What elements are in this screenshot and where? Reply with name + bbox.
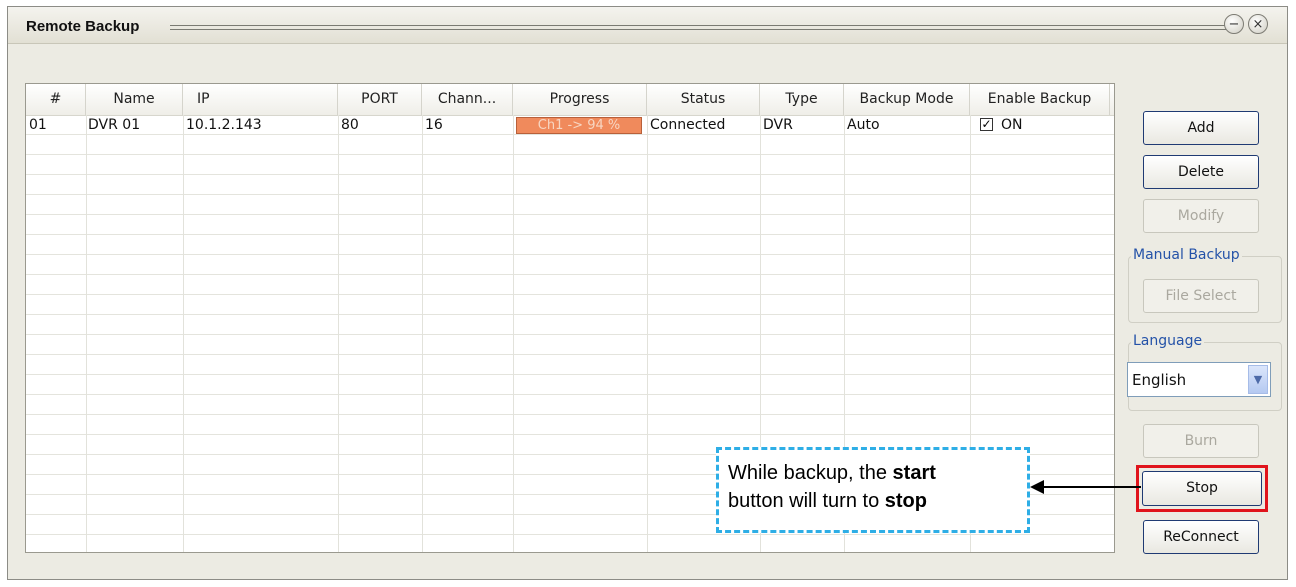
header-ip[interactable]: IP bbox=[183, 84, 338, 115]
annotation-line2: button will turn to bbox=[728, 490, 885, 512]
column-divider bbox=[338, 115, 339, 552]
cell-type: DVR bbox=[763, 117, 793, 133]
chevron-down-icon[interactable]: ▼ bbox=[1248, 365, 1268, 394]
header-progress[interactable]: Progress bbox=[513, 84, 647, 115]
table-row[interactable] bbox=[26, 335, 1114, 355]
manual-backup-label: Manual Backup bbox=[1131, 247, 1242, 263]
stop-highlight-box bbox=[1136, 465, 1268, 512]
header-number[interactable]: # bbox=[26, 84, 86, 115]
table-row[interactable] bbox=[26, 195, 1114, 215]
header-enable-backup[interactable]: Enable Backup bbox=[970, 84, 1110, 115]
table-row[interactable] bbox=[26, 535, 1114, 552]
close-icon[interactable]: × bbox=[1248, 14, 1268, 34]
cell-name: DVR 01 bbox=[88, 117, 141, 133]
column-divider bbox=[86, 115, 87, 552]
table-row[interactable] bbox=[26, 235, 1114, 255]
column-divider bbox=[647, 115, 648, 552]
enable-backup-checkbox[interactable]: ✓ bbox=[980, 118, 993, 131]
cell-port: 80 bbox=[341, 117, 359, 133]
title-bar[interactable]: Remote Backup − × bbox=[8, 7, 1287, 44]
table-row[interactable] bbox=[26, 395, 1114, 415]
table-row[interactable] bbox=[26, 175, 1114, 195]
annotation-text: While backup, the start button will turn… bbox=[728, 459, 936, 515]
table-row[interactable] bbox=[26, 375, 1114, 395]
column-divider bbox=[183, 115, 184, 552]
minimize-icon[interactable]: − bbox=[1224, 14, 1244, 34]
language-select-value: English bbox=[1132, 371, 1187, 389]
remote-backup-window: Remote Backup − × # Name IP PORT Chann..… bbox=[7, 6, 1288, 580]
cell-backup-mode: Auto bbox=[847, 117, 880, 133]
header-type[interactable]: Type bbox=[760, 84, 844, 115]
cell-number: 01 bbox=[29, 117, 47, 133]
progress-bar: Ch1 -> 94 % bbox=[516, 117, 642, 134]
header-port[interactable]: PORT bbox=[338, 84, 422, 115]
cell-channels: 16 bbox=[425, 117, 443, 133]
add-button[interactable]: Add bbox=[1143, 111, 1259, 145]
header-backup-mode[interactable]: Backup Mode bbox=[844, 84, 970, 115]
cell-ip: 10.1.2.143 bbox=[186, 117, 262, 133]
window-title: Remote Backup bbox=[26, 18, 140, 35]
header-status[interactable]: Status bbox=[647, 84, 760, 115]
table-row[interactable] bbox=[26, 355, 1114, 375]
cell-enable-backup: ON bbox=[1001, 117, 1023, 133]
cell-status: Connected bbox=[650, 117, 726, 133]
title-rule bbox=[170, 25, 1229, 30]
table-header: # Name IP PORT Chann... Progress Status … bbox=[26, 84, 1114, 116]
file-select-button[interactable]: File Select bbox=[1143, 279, 1259, 313]
table-row[interactable] bbox=[26, 295, 1114, 315]
language-select[interactable]: English ▼ bbox=[1127, 362, 1271, 397]
column-divider bbox=[422, 115, 423, 552]
arrow-left-icon bbox=[1030, 480, 1044, 494]
table-row[interactable] bbox=[26, 415, 1114, 435]
burn-button[interactable]: Burn bbox=[1143, 424, 1259, 458]
header-name[interactable]: Name bbox=[86, 84, 183, 115]
header-channels[interactable]: Chann... bbox=[422, 84, 513, 115]
modify-button[interactable]: Modify bbox=[1143, 199, 1259, 233]
table-row[interactable] bbox=[26, 215, 1114, 235]
language-label: Language bbox=[1131, 333, 1205, 349]
table-row[interactable] bbox=[26, 135, 1114, 155]
annotation-line1: While backup, the bbox=[728, 462, 893, 484]
reconnect-button[interactable]: ReConnect bbox=[1143, 520, 1259, 554]
table-row[interactable] bbox=[26, 255, 1114, 275]
annotation-arrow-line bbox=[1042, 486, 1141, 488]
annotation-stop-word: stop bbox=[884, 490, 927, 512]
table-row[interactable] bbox=[26, 275, 1114, 295]
delete-button[interactable]: Delete bbox=[1143, 155, 1259, 189]
column-divider bbox=[513, 115, 514, 552]
table-row[interactable] bbox=[26, 315, 1114, 335]
annotation-start-word: start bbox=[892, 462, 936, 484]
table-row[interactable] bbox=[26, 155, 1114, 175]
